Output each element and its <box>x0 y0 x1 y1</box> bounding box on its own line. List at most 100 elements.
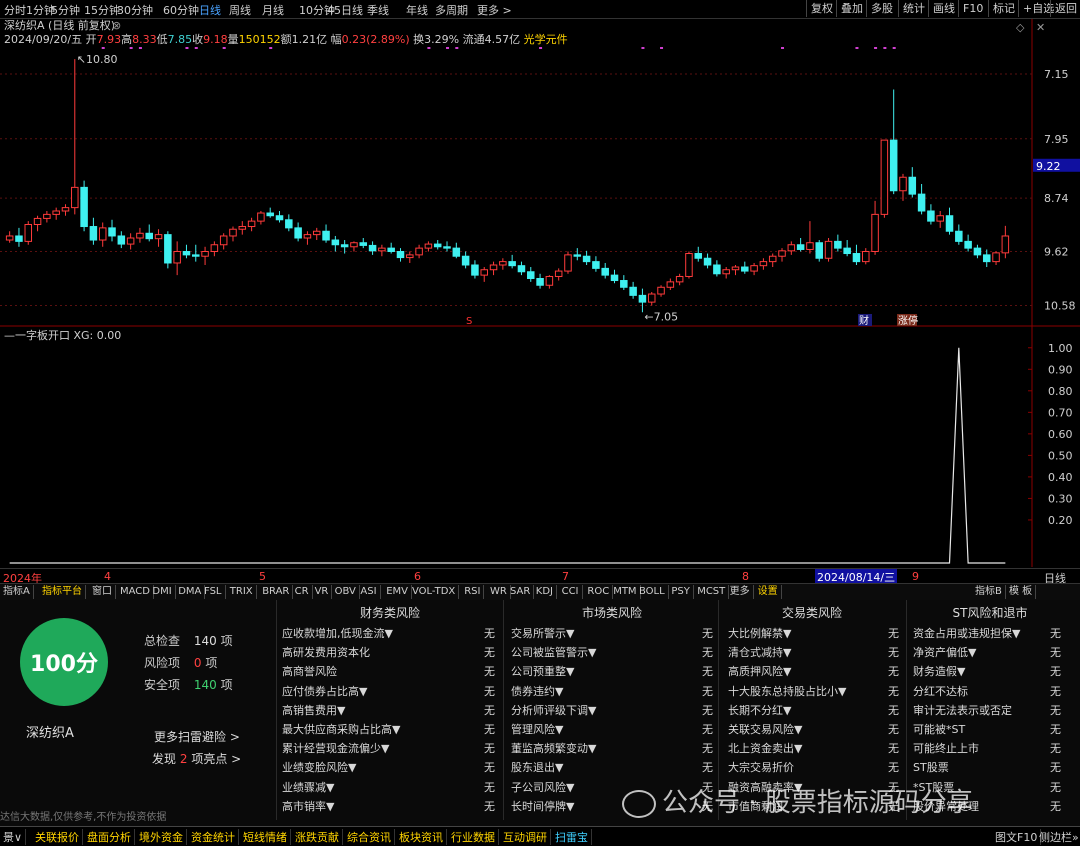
period-11[interactable]: 季线 <box>367 2 389 18</box>
indicator-tab-26[interactable]: 设置 <box>755 585 782 599</box>
risk-item[interactable]: 股东退出▼ <box>511 759 563 775</box>
bottom-tab-3[interactable]: 境外资金 <box>136 829 187 845</box>
period-5[interactable]: 60分钟 <box>163 2 199 18</box>
indicator-tab-9[interactable]: CR <box>292 585 313 599</box>
bottom-tab-11[interactable]: 扫雷宝 <box>552 829 592 845</box>
indicator-tab-19[interactable]: CCI <box>559 585 583 599</box>
risk-item[interactable]: 高市销率▼ <box>282 798 334 814</box>
toolbar-btn-3[interactable]: 统计 <box>898 0 929 17</box>
risk-item[interactable]: 财务造假▼ <box>913 663 965 679</box>
toolbar-btn-0[interactable]: 复权 <box>806 0 837 17</box>
bottom-tab-1[interactable]: 关联报价 <box>32 829 83 845</box>
bottom-tab-10[interactable]: 互动调研 <box>500 829 551 845</box>
risk-item[interactable]: 高销售费用▼ <box>282 702 345 718</box>
bottom-tab-7[interactable]: 综合资讯 <box>344 829 395 845</box>
bottom-right-1[interactable]: 侧边栏» <box>1036 829 1080 845</box>
risk-item[interactable]: 管理风险▼ <box>511 721 563 737</box>
indicator-tab-20[interactable]: ROC <box>584 585 614 599</box>
bottom-tab-5[interactable]: 短线情绪 <box>240 829 291 845</box>
risk-item[interactable]: 高商誉风险 <box>282 663 337 679</box>
bottom-tab-6[interactable]: 涨跌贡献 <box>292 829 343 845</box>
right-tab-0[interactable]: 指标B <box>972 585 1006 599</box>
toolbar-btn-5[interactable]: F10 <box>958 0 987 17</box>
risk-item[interactable]: 公司被监管警示▼ <box>511 644 596 660</box>
kline-chart[interactable]: 10.58 9.62 8.74 7.95 7.15 9.22 ↖10.80 ←7.05 S 财 涨停… <box>0 19 1080 327</box>
risk-item[interactable]: 累计经营现金流偏少▼ <box>282 740 389 756</box>
indicator-tab-1[interactable]: 指标平台 <box>39 585 86 599</box>
risk-item[interactable]: 高研发费用资本化 <box>282 644 370 660</box>
indicator-tab-23[interactable]: PSY <box>668 585 694 599</box>
indicator-tab-12[interactable]: ASI <box>357 585 381 599</box>
risk-item[interactable]: ST股票 <box>913 759 949 775</box>
risk-item[interactable]: 最大供应商采购占比高▼ <box>282 721 400 737</box>
period-13[interactable]: 多周期 <box>435 2 468 18</box>
bottom-tab-2[interactable]: 盘面分析 <box>84 829 135 845</box>
toolbar-btn-4[interactable]: 画线 <box>928 0 959 17</box>
period-10[interactable]: 45日线 <box>327 2 363 18</box>
indicator-tab-11[interactable]: OBV <box>332 585 360 599</box>
indicator-tab-10[interactable]: VR <box>312 585 333 599</box>
bottom-tab-4[interactable]: 资金统计 <box>188 829 239 845</box>
right-tab-1[interactable]: 模 板 <box>1006 585 1037 599</box>
period-14[interactable]: 更多 > <box>477 2 512 18</box>
toolbar-btn-6[interactable]: 标记 <box>988 0 1019 17</box>
risk-item[interactable]: 分红不达标 <box>913 683 968 699</box>
indicator-tab-7[interactable]: TRIX <box>227 585 257 599</box>
indicator-tab-24[interactable]: MCST <box>694 585 730 599</box>
risk-item[interactable]: 审计无法表示或否定 <box>913 702 1012 718</box>
indicator-tab-14[interactable]: VOL-TDX <box>409 585 460 599</box>
bottom-right-0[interactable]: 图文F10 <box>992 829 1042 845</box>
indicator-tab-2[interactable]: 窗口 <box>89 585 116 599</box>
indicator-chart[interactable]: 1.00 0.90 0.80 0.70 0.60 0.50 0.40 0.30 0.20 —一字板… <box>0 327 1080 567</box>
indicator-tab-22[interactable]: BOLL <box>636 585 669 599</box>
indicator-tab-15[interactable]: RSI <box>461 585 485 599</box>
period-0[interactable]: 分时 <box>4 2 26 18</box>
indicator-tab-0[interactable]: 指标A <box>0 585 34 599</box>
risk-item[interactable]: 资金占用或违规担保▼ <box>913 625 1020 641</box>
period-8[interactable]: 月线 <box>262 2 284 18</box>
risk-item[interactable]: 业绩骤减▼ <box>282 779 334 795</box>
indicator-tab-18[interactable]: KDJ <box>533 585 558 599</box>
risk-item[interactable]: 业绩变脸风险▼ <box>282 759 356 775</box>
bottom-tab-9[interactable]: 行业数据 <box>448 829 499 845</box>
period-4[interactable]: 30分钟 <box>117 2 153 18</box>
indicator-tab-17[interactable]: SAR <box>507 585 535 599</box>
risk-item[interactable]: 净资产偏低▼ <box>913 644 976 660</box>
risk-item[interactable]: 大宗交易折价 <box>728 759 794 775</box>
risk-item[interactable]: 大比例解禁▼ <box>728 625 791 641</box>
risk-item[interactable]: 公司预重整▼ <box>511 663 574 679</box>
risk-item[interactable]: 应付债券占比高▼ <box>282 683 367 699</box>
toolbar-btn-1[interactable]: 叠加 <box>836 0 867 17</box>
highlights-link[interactable]: 发现 2 项亮点 > <box>152 750 241 767</box>
period-12[interactable]: 年线 <box>406 2 428 18</box>
risk-item[interactable]: 北上资金卖出▼ <box>728 740 802 756</box>
risk-item[interactable]: 可能终止上市 <box>913 740 979 756</box>
indicator-tab-6[interactable]: FSL <box>201 585 226 599</box>
bottom-tab-0[interactable]: 景∨ <box>0 829 27 845</box>
period-7[interactable]: 周线 <box>229 2 251 18</box>
indicator-tab-13[interactable]: EMV <box>383 585 412 599</box>
risk-item[interactable]: 分析师评级下调▼ <box>511 702 596 718</box>
risk-item[interactable]: 债券违约▼ <box>511 683 563 699</box>
period-6[interactable]: 日线 <box>199 2 221 18</box>
risk-item[interactable]: 可能被*ST <box>913 721 965 737</box>
indicator-tab-4[interactable]: DMI <box>149 585 176 599</box>
period-3[interactable]: 15分钟 <box>84 2 120 18</box>
toolbar-btn-2[interactable]: 多股 <box>866 0 897 17</box>
risk-item[interactable]: 长期不分红▼ <box>728 702 791 718</box>
indicator-tab-25[interactable]: 更多 <box>727 585 754 599</box>
risk-item[interactable]: 十大股东总持股占比小▼ <box>728 683 846 699</box>
risk-item[interactable]: 清仓式减持▼ <box>728 644 791 660</box>
period-2[interactable]: 5分钟 <box>51 2 80 18</box>
risk-item[interactable]: 子公司风险▼ <box>511 779 574 795</box>
toolbar-btn-8[interactable]: 返回 <box>1050 0 1080 17</box>
risk-item[interactable]: 董监高频繁变动▼ <box>511 740 596 756</box>
risk-item[interactable]: 应收款增加,低现金流▼ <box>282 625 393 641</box>
more-sweep-link[interactable]: 更多扫雷避险 > <box>154 728 240 745</box>
risk-item[interactable]: 长时间停牌▼ <box>511 798 574 814</box>
bottom-tab-8[interactable]: 板块资讯 <box>396 829 447 845</box>
indicator-tab-8[interactable]: BRAR <box>259 585 294 599</box>
risk-item[interactable]: 关联交易风险▼ <box>728 721 802 737</box>
risk-item[interactable]: 交易所警示▼ <box>511 625 574 641</box>
risk-item[interactable]: 高质押风险▼ <box>728 663 791 679</box>
